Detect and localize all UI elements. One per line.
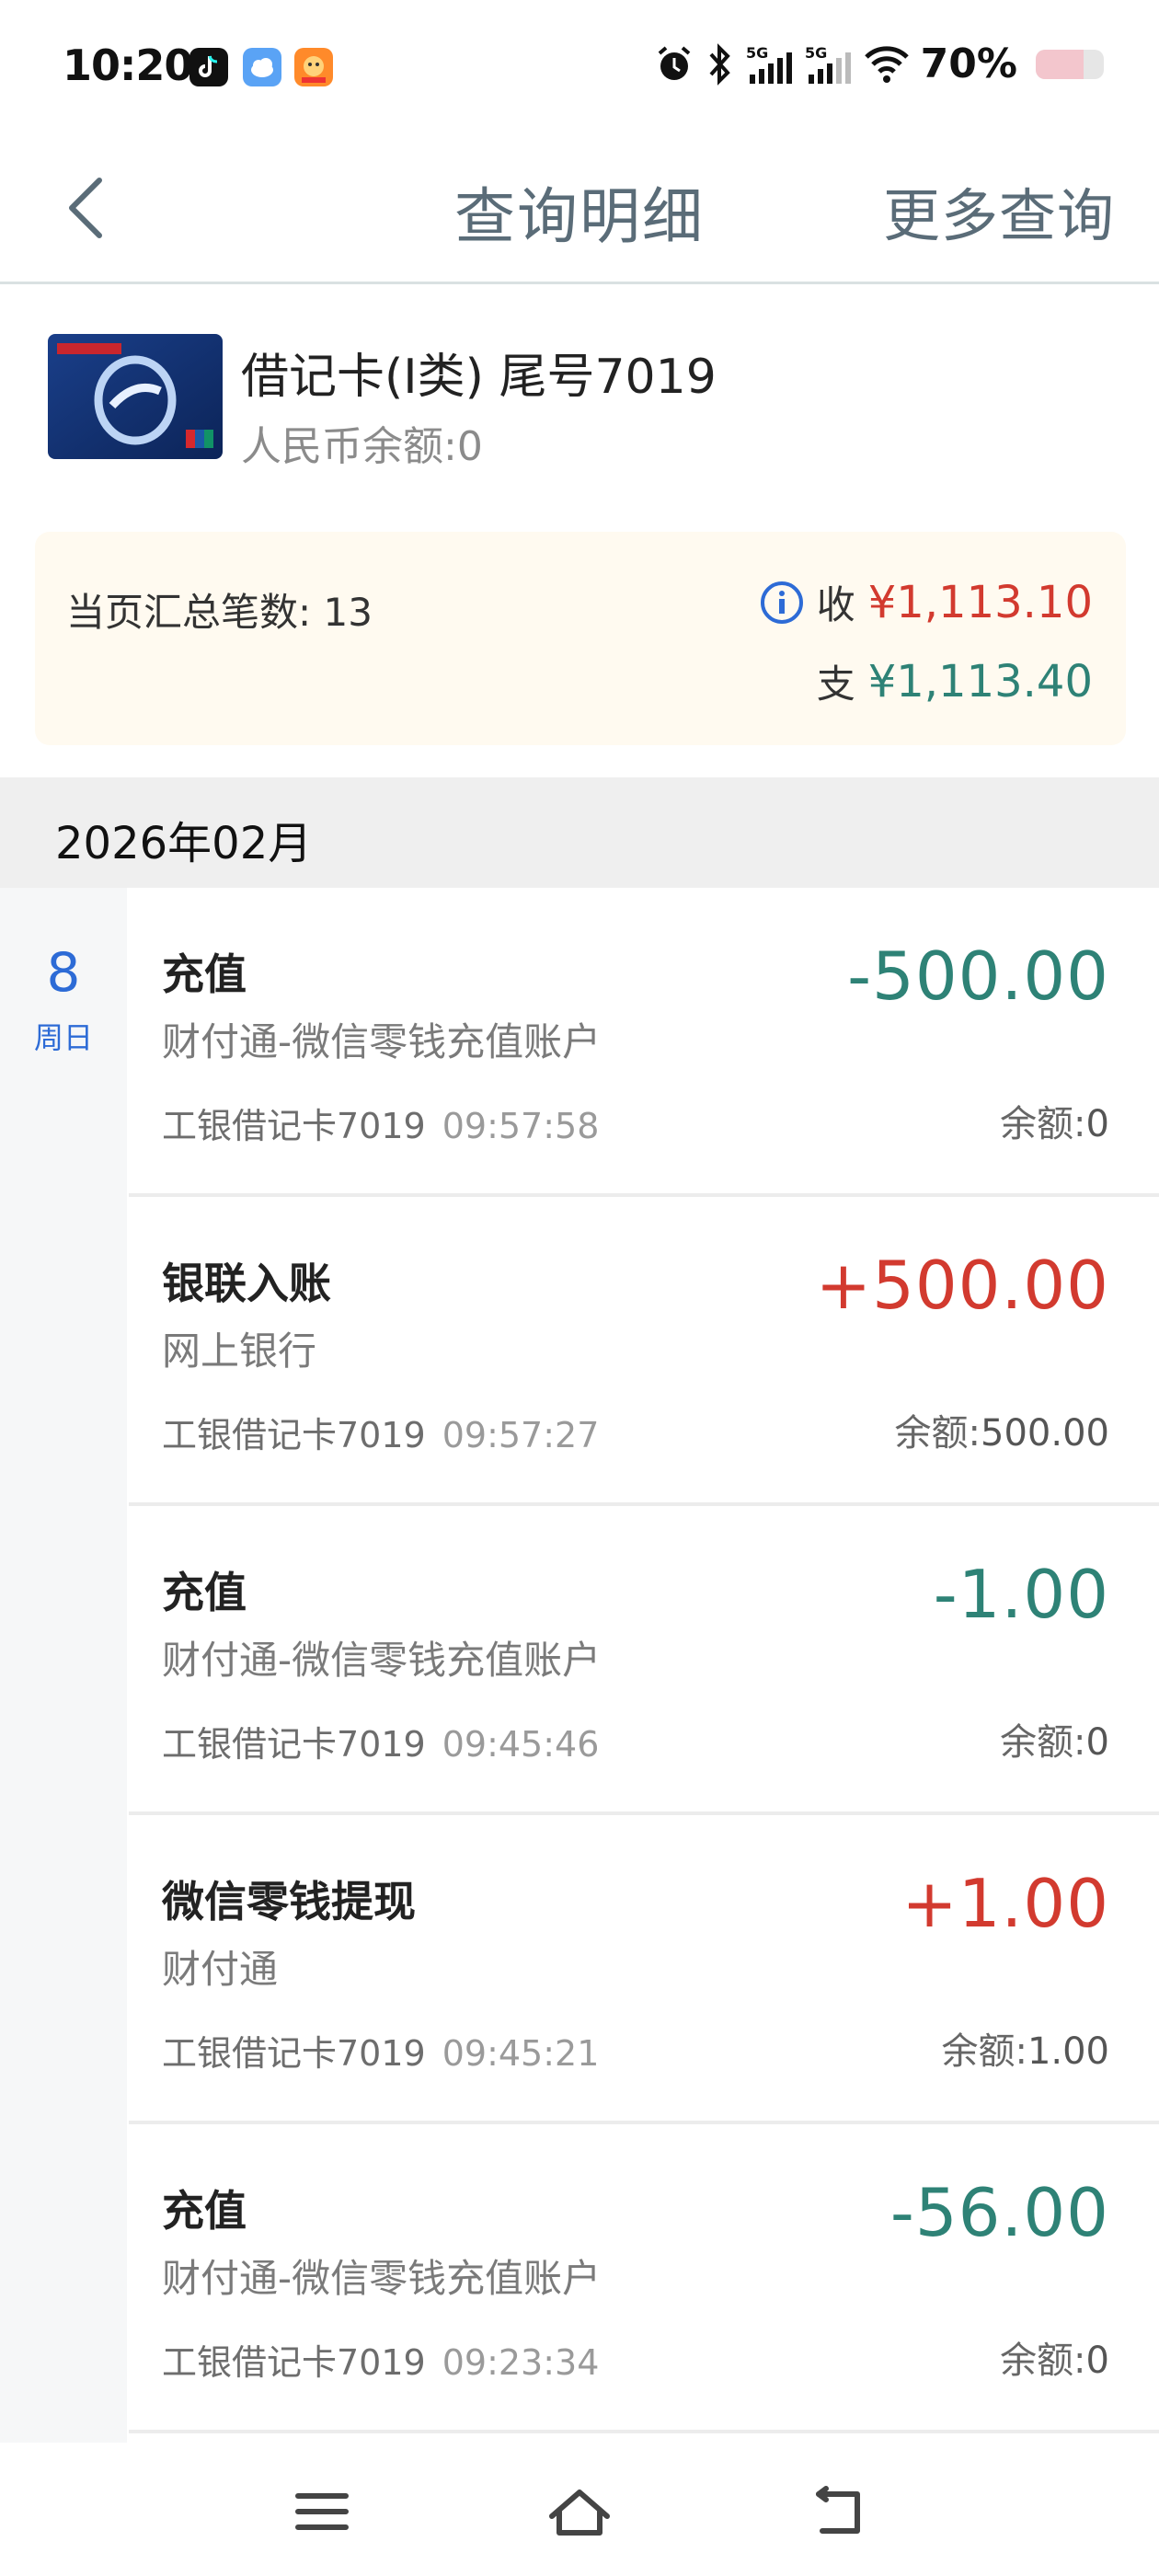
tx-title: 银联入账 (162, 1259, 331, 1308)
tx-title: 微信零钱提现 (162, 1877, 416, 1926)
tx-title: 充值 (162, 2186, 247, 2236)
tx-balance-label: 余额: (941, 2030, 1027, 2073)
tx-card: 工银借记卡7019 (162, 1415, 426, 1455)
tx-balance-line: 余额:0 (1000, 2330, 1109, 2384)
battery-percent: 70% (920, 40, 1017, 87)
mascot-app-icon (294, 48, 333, 86)
tx-balance-line: 余额:0 (1000, 1094, 1109, 1147)
tx-card-line: 工银借记卡7019 09:57:58 (162, 1098, 599, 1148)
tx-amount: +1.00 (901, 1865, 1109, 1942)
tx-amount: +500.00 (815, 1247, 1109, 1324)
tx-desc: 财付通 (162, 1947, 279, 1992)
status-right: 5G 5G 70% (654, 40, 1104, 87)
tx-desc: 财付通-微信零钱充值账户 (162, 1638, 602, 1683)
tx-balance: 0 (1085, 1721, 1109, 1764)
tx-card: 工银借记卡7019 (162, 1106, 426, 1146)
alarm-icon (658, 45, 690, 80)
tx-card-line: 工银借记卡7019 09:57:27 (162, 1407, 599, 1457)
card-info[interactable]: 借记卡(Ⅰ类) 尾号7019 人民币余额:0 (0, 284, 1159, 514)
info-icon[interactable] (760, 581, 804, 625)
cloud-app-icon (243, 48, 281, 86)
expense-amount: ¥1,113.40 (867, 655, 1093, 707)
tx-desc: 网上银行 (162, 1328, 317, 1374)
tx-balance: 0 (1085, 2340, 1109, 2382)
tx-balance: 500.00 (981, 1412, 1109, 1455)
tiktok-icon (189, 48, 228, 86)
expense-label: 支 (816, 661, 855, 707)
system-nav-bar (0, 2443, 1159, 2576)
tx-time: 09:23:34 (442, 2342, 600, 2383)
home-icon[interactable] (543, 2479, 616, 2544)
signal-5g-icon: 5G (805, 44, 851, 84)
status-bar: 10:20 5G 5G 70% (0, 0, 1159, 138)
tx-amount: -56.00 (889, 2174, 1109, 2251)
date-day: 8 (46, 941, 81, 1004)
tx-amount: -1.00 (933, 1556, 1109, 1633)
svg-text:5G: 5G (746, 44, 768, 62)
tx-time: 09:45:46 (442, 1724, 600, 1765)
tx-balance-label: 余额: (1000, 1103, 1086, 1145)
summary-income-row: 收 ¥1,113.10 (760, 574, 1093, 630)
tx-amount: -500.00 (847, 937, 1109, 1015)
nav-bar: 查询明细 更多查询 (0, 138, 1159, 284)
svg-text:5G: 5G (805, 44, 827, 62)
tx-balance-label: 余额: (1000, 1721, 1086, 1764)
tx-time: 09:57:27 (442, 1415, 600, 1455)
card-title: 借记卡(Ⅰ类) 尾号7019 (241, 350, 717, 405)
tx-desc: 财付通-微信零钱充值账户 (162, 2256, 602, 2301)
summary-expense-row: 支 ¥1,113.40 (817, 653, 1093, 709)
tx-time: 09:57:58 (442, 1106, 600, 1146)
summary-count: 当页汇总笔数: 13 (66, 590, 373, 635)
tx-card-line: 工银借记卡7019 09:45:21 (162, 2025, 599, 2076)
tx-balance: 1.00 (1027, 2030, 1109, 2073)
tx-card: 工银借记卡7019 (162, 1724, 426, 1765)
wifi-icon (864, 45, 909, 83)
transaction-row[interactable]: 充值 财付通-微信零钱充值账户 工银借记卡7019 09:45:46 -1.00 … (129, 1506, 1159, 1815)
month-header: 2026年02月 (0, 777, 1159, 888)
transaction-row[interactable]: 充值 财付通-微信零钱充值账户 工银借记卡7019 09:57:58 -500.0… (129, 888, 1159, 1197)
tx-balance-label: 余额: (1000, 2340, 1086, 2382)
transaction-row[interactable]: 微信零钱提现 财付通 工银借记卡7019 09:45:21 +1.00 余额:1.… (129, 1815, 1159, 2124)
tx-time: 09:45:21 (442, 2033, 600, 2074)
tx-title: 充值 (162, 1568, 247, 1617)
tx-desc: 财付通-微信零钱充值账户 (162, 1019, 602, 1064)
date-weekday: 周日 (33, 1020, 93, 1055)
battery-icon (1036, 49, 1104, 79)
card-balance: 人民币余额:0 (241, 423, 483, 470)
transaction-row[interactable]: 充值 财付通-微信零钱充值账户 工银借记卡7019 09:23:34 -56.00… (129, 2124, 1159, 2433)
tx-balance: 0 (1085, 1103, 1109, 1145)
tx-card: 工银借记卡7019 (162, 2342, 426, 2383)
tx-title: 充值 (162, 949, 247, 999)
status-time: 10:20 (63, 40, 193, 90)
battery-fill (1036, 49, 1084, 79)
tx-balance-line: 余额:1.00 (941, 2021, 1109, 2075)
bluetooth-icon (709, 42, 730, 86)
summary-panel: 当页汇总笔数: 13 收 ¥1,113.10 支 ¥1,113.40 (35, 532, 1126, 745)
tx-balance-line: 余额:500.00 (895, 1403, 1109, 1456)
transaction-row[interactable]: 银联入账 网上银行 工银借记卡7019 09:57:27 +500.00 余额:5… (129, 1197, 1159, 1506)
tx-balance-line: 余额:0 (1000, 1712, 1109, 1765)
tx-card: 工银借记卡7019 (162, 2033, 426, 2074)
transaction-list: 充值 财付通-微信零钱充值账户 工银借记卡7019 09:57:58 -500.0… (129, 888, 1159, 2433)
date-column: 8 周日 (0, 888, 127, 2443)
tx-card-line: 工银借记卡7019 09:23:34 (162, 2334, 599, 2385)
signal-5g-icon: 5G (746, 44, 792, 84)
tx-card-line: 工银借记卡7019 09:45:46 (162, 1716, 599, 1766)
income-label: 收 (816, 582, 855, 627)
card-image (48, 334, 223, 459)
back-icon[interactable] (800, 2479, 874, 2544)
tx-balance-label: 余额: (894, 1412, 981, 1455)
month-label: 2026年02月 (55, 818, 313, 869)
more-query-button[interactable]: 更多查询 (883, 169, 1115, 252)
income-amount: ¥1,113.10 (867, 576, 1093, 628)
menu-icon[interactable] (285, 2479, 359, 2544)
